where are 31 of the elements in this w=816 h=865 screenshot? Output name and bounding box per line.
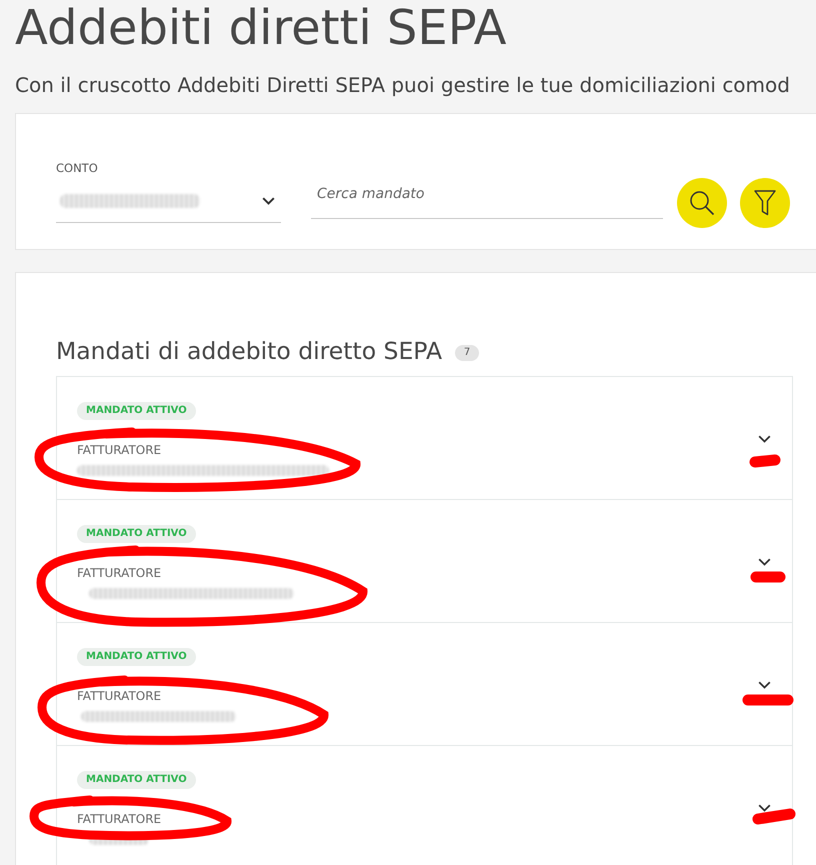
chevron-icon[interactable] <box>758 558 771 566</box>
mandate-row[interactable]: MANDATO ATTIVO FATTURATORE <box>57 623 792 746</box>
count-badge: 7 <box>455 345 480 361</box>
search-button[interactable] <box>677 178 727 228</box>
status-tag: MANDATO ATTIVO <box>77 771 196 789</box>
section-title: Mandati di addebito diretto SEPA <box>56 336 442 366</box>
dash-annotation <box>752 808 796 825</box>
chevron-icon[interactable] <box>758 435 771 443</box>
dash-annotation <box>742 694 794 706</box>
search-field[interactable]: Cerca mandato <box>311 176 663 219</box>
biller-label: FATTURATORE <box>77 688 162 704</box>
status-tag: MANDATO ATTIVO <box>77 525 196 543</box>
mandate-row[interactable]: MANDATO ATTIVO FATTURATORE <box>57 377 792 500</box>
biller-label: FATTURATORE <box>77 811 162 827</box>
chevron-icon[interactable] <box>758 681 771 689</box>
chevron-icon <box>262 197 275 205</box>
status-tag: MANDATO ATTIVO <box>77 648 196 666</box>
search-icon <box>689 190 715 216</box>
dash-annotation <box>750 571 786 583</box>
biller-label: FATTURATORE <box>77 442 162 458</box>
filter-icon <box>754 190 776 216</box>
chevron-icon[interactable] <box>758 804 771 812</box>
page-subtitle: Con il cruscotto Addebiti Diretti SEPA puoi gestire le tue domiciliazioni comod <box>15 73 791 97</box>
filter-button[interactable] <box>740 178 790 228</box>
account-label: CONTO <box>56 160 99 176</box>
dash-annotation <box>749 454 781 468</box>
status-tag: MANDATO ATTIVO <box>77 402 196 420</box>
page-title: Addebiti diretti SEPA <box>15 2 508 55</box>
biller-label: FATTURATORE <box>77 565 162 581</box>
mandate-row[interactable]: MANDATO ATTIVO FATTURATORE <box>57 500 792 623</box>
mandate-row[interactable]: MANDATO ATTIVO FATTURATORE <box>57 746 792 865</box>
